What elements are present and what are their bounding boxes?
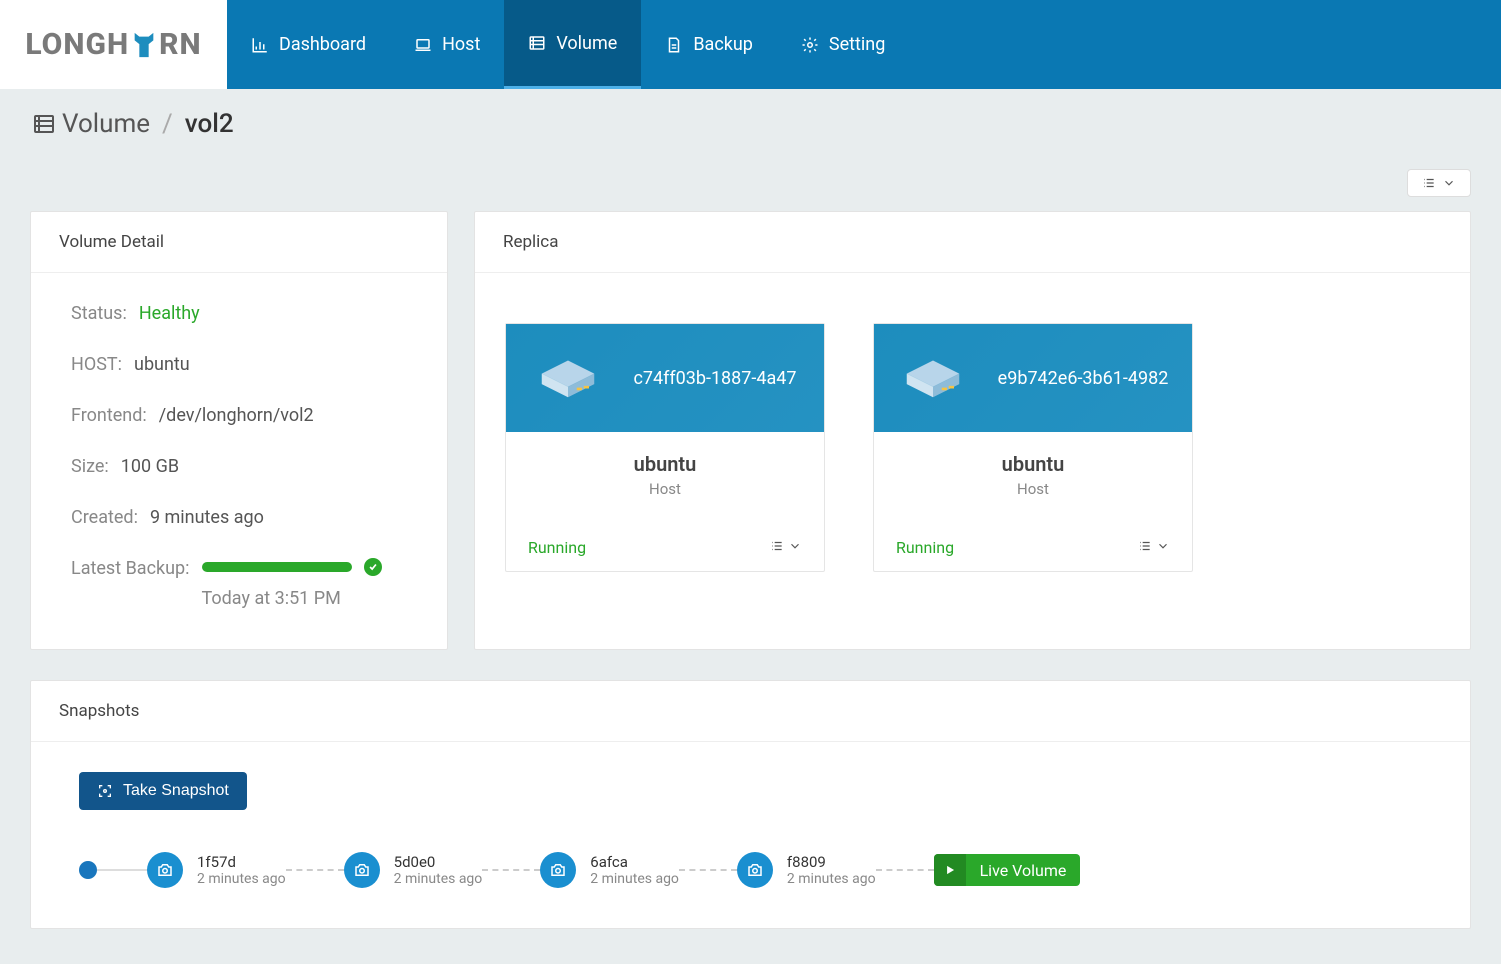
value-size: 100 GB (121, 456, 179, 477)
chevron-down-icon (1442, 176, 1456, 190)
nav-label: Dashboard (279, 34, 366, 55)
logo[interactable]: LONGHRN (0, 0, 227, 89)
snapshot-id: f8809 (787, 853, 876, 871)
replica-id: c74ff03b-1887-4a47 (633, 368, 796, 389)
top-actions (30, 169, 1471, 197)
laptop-icon (414, 36, 432, 54)
label-frontend: Frontend: (71, 405, 147, 426)
snapshot-node[interactable]: 6afca2 minutes ago (540, 852, 679, 888)
replica-id: e9b742e6-3b61-4982 (998, 368, 1169, 389)
main-nav: Dashboard Host Volume Backup Setting (227, 0, 909, 89)
value-frontend: /dev/longhorn/vol2 (159, 405, 314, 426)
page: Volume / vol2 Volume Detail Status: Heal… (0, 89, 1501, 959)
snapshot-node[interactable]: 5d0e02 minutes ago (344, 852, 483, 888)
card-title: Snapshots (31, 681, 1470, 742)
timeline-start (79, 861, 97, 879)
play-icon (934, 854, 966, 886)
list-menu-icon (1138, 539, 1152, 553)
label-created: Created: (71, 507, 138, 528)
camera-icon (344, 852, 380, 888)
breadcrumb-root[interactable]: Volume (62, 109, 150, 139)
replica-menu-button[interactable] (770, 538, 802, 557)
snapshot-time: 2 minutes ago (590, 871, 679, 887)
timeline-connector (286, 869, 344, 871)
replica-item: e9b742e6-3b61-4982 ubuntu Host Running (873, 323, 1193, 572)
list-icon (528, 34, 546, 52)
server-icon (898, 353, 968, 403)
label-latest-backup: Latest Backup: (71, 558, 190, 579)
replica-host: ubuntu (874, 452, 1192, 476)
snapshot-time: 2 minutes ago (394, 871, 483, 887)
frame-icon (97, 783, 113, 799)
snapshots-card: Snapshots Take Snapshot 1f57d2 minutes a… (30, 680, 1471, 929)
label-host: HOST: (71, 354, 122, 375)
snapshot-timeline: 1f57d2 minutes ago 5d0e02 minutes ago 6a… (79, 852, 1422, 888)
logo-text: LONGHRN (25, 27, 201, 62)
volume-detail-card: Volume Detail Status: Healthy HOST: ubun… (30, 211, 448, 650)
list-menu-icon (1422, 176, 1436, 190)
card-title: Replica (475, 212, 1470, 273)
nav-setting[interactable]: Setting (777, 0, 909, 89)
replica-menu-button[interactable] (1138, 538, 1170, 557)
snapshot-id: 6afca (590, 853, 679, 871)
snapshot-time: 2 minutes ago (787, 871, 876, 887)
timeline-connector (876, 869, 934, 871)
replica-item: c74ff03b-1887-4a47 ubuntu Host Running (505, 323, 825, 572)
live-volume-button[interactable]: Live Volume (934, 854, 1081, 886)
logo-icon (130, 31, 158, 59)
nav-volume[interactable]: Volume (504, 0, 641, 89)
list-icon (32, 112, 56, 136)
take-snapshot-button[interactable]: Take Snapshot (79, 772, 247, 810)
breadcrumb-current: vol2 (185, 109, 234, 139)
value-created: 9 minutes ago (150, 507, 264, 528)
nav-label: Volume (556, 33, 617, 54)
snapshot-id: 5d0e0 (394, 853, 483, 871)
timeline-connector (482, 869, 540, 871)
label-size: Size: (71, 456, 109, 477)
snapshot-node[interactable]: f88092 minutes ago (737, 852, 876, 888)
value-status: Healthy (139, 303, 200, 324)
replica-host: ubuntu (506, 452, 824, 476)
value-backup-time: Today at 3:51 PM (202, 588, 382, 609)
live-volume-label: Live Volume (966, 861, 1081, 880)
nav-dashboard[interactable]: Dashboard (227, 0, 390, 89)
list-menu-icon (770, 539, 784, 553)
camera-icon (147, 852, 183, 888)
chevron-down-icon (788, 539, 802, 553)
chart-icon (251, 36, 269, 54)
nav-label: Host (442, 34, 480, 55)
nav-backup[interactable]: Backup (641, 0, 777, 89)
nav-host[interactable]: Host (390, 0, 504, 89)
card-title: Volume Detail (31, 212, 447, 273)
camera-icon (540, 852, 576, 888)
cards-row: Volume Detail Status: Healthy HOST: ubun… (30, 211, 1471, 650)
replica-status: Running (896, 538, 954, 557)
chevron-down-icon (1156, 539, 1170, 553)
nav-label: Setting (829, 34, 885, 55)
snapshot-node[interactable]: 1f57d2 minutes ago (147, 852, 286, 888)
replica-status: Running (528, 538, 586, 557)
server-icon (533, 353, 603, 403)
button-label: Take Snapshot (123, 782, 229, 800)
replica-host-label: Host (506, 480, 824, 498)
snapshot-id: 1f57d (197, 853, 286, 871)
snapshot-time: 2 minutes ago (197, 871, 286, 887)
timeline-connector (97, 869, 147, 871)
backup-check-icon (364, 558, 382, 576)
breadcrumb-separator: / (162, 109, 173, 139)
label-status: Status: (71, 303, 127, 324)
replica-card: Replica c74ff03b-1887-4a47 ubuntu Host R… (474, 211, 1471, 650)
value-host: ubuntu (134, 354, 190, 375)
camera-icon (737, 852, 773, 888)
breadcrumb: Volume / vol2 (32, 109, 1471, 139)
actions-menu-button[interactable] (1407, 169, 1471, 197)
gear-icon (801, 36, 819, 54)
nav-label: Backup (693, 34, 753, 55)
document-icon (665, 36, 683, 54)
backup-progress-bar (202, 562, 352, 572)
topbar: LONGHRN Dashboard Host Volume Backup Set… (0, 0, 1501, 89)
timeline-connector (679, 869, 737, 871)
replica-host-label: Host (874, 480, 1192, 498)
